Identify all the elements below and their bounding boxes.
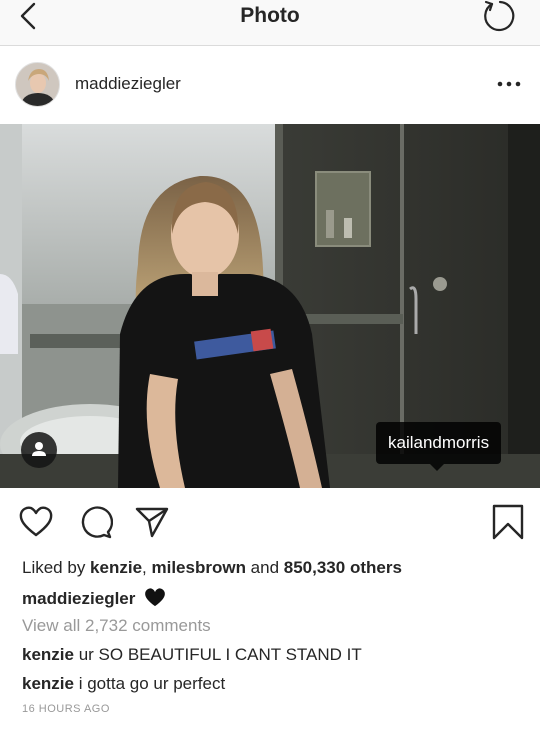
likes-count[interactable]: 850,330 others <box>284 558 402 577</box>
caption: maddieziegler <box>22 587 166 609</box>
page-title: Photo <box>240 4 300 27</box>
liker-username[interactable]: kenzie <box>90 558 142 577</box>
likes-prefix: Liked by <box>22 558 91 577</box>
comment-text: i gotta go ur perfect <box>78 674 226 693</box>
comment-row: kenzie ur SO BEAUTIFUL I CANT STAND IT <box>22 645 362 665</box>
comment-row: kenzie i gotta go ur perfect <box>22 674 225 694</box>
action-bar <box>0 488 540 552</box>
likes-conjunction: and <box>245 558 284 577</box>
person-icon <box>32 442 46 456</box>
post-timestamp: 16 HOURS AGO <box>22 703 110 715</box>
view-all-comments-link[interactable]: View all 2,732 comments <box>22 616 211 636</box>
post-username[interactable]: maddieziegler <box>75 74 181 94</box>
refresh-icon[interactable] <box>482 0 518 34</box>
user-tag-button[interactable] <box>21 432 57 468</box>
comment-bubble-icon[interactable] <box>77 504 113 540</box>
likes-summary[interactable]: Liked by kenzie, milesbrown and 850,330 … <box>22 558 402 578</box>
navigation-bar: Photo <box>0 0 540 46</box>
comment-text: ur SO BEAUTIFUL I CANT STAND IT <box>78 645 362 664</box>
paper-plane-icon[interactable] <box>134 504 170 540</box>
heart-icon[interactable] <box>18 504 54 540</box>
more-horizontal-icon[interactable] <box>496 74 522 94</box>
avatar[interactable] <box>15 62 60 107</box>
tag-bubble[interactable]: kailandmorris <box>376 422 502 471</box>
black-heart-icon <box>145 588 165 607</box>
post-header: maddieziegler <box>0 46 540 124</box>
liker-username[interactable]: milesbrown <box>151 558 245 577</box>
comment-username[interactable]: kenzie <box>22 645 74 664</box>
caption-username[interactable]: maddieziegler <box>22 589 135 608</box>
comment-username[interactable]: kenzie <box>22 674 74 693</box>
bookmark-icon[interactable] <box>490 504 526 540</box>
post-photo[interactable]: kailandmorris <box>0 124 540 488</box>
